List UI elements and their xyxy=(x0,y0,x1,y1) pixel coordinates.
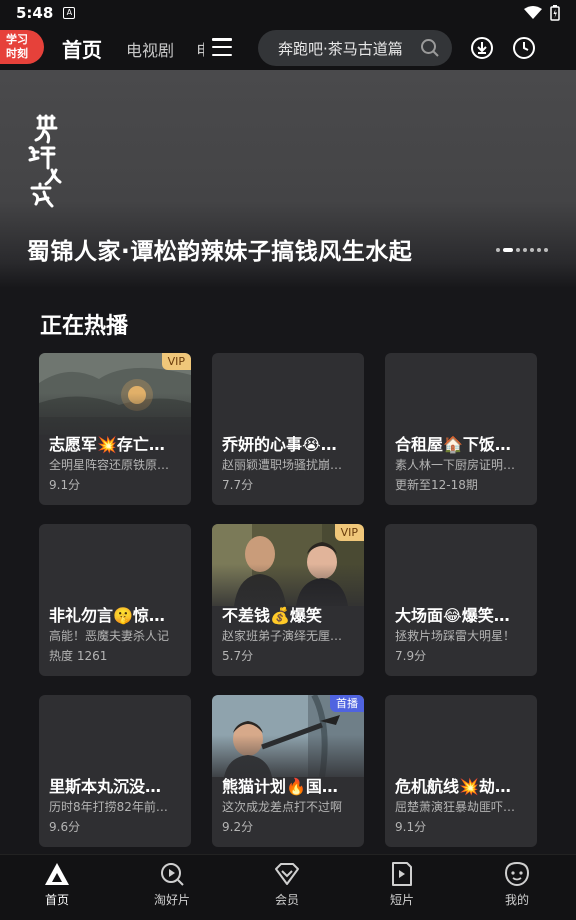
card-score: 9.2分 xyxy=(222,820,254,834)
card-subtitle: 这次成龙差点打不过啊 xyxy=(222,800,343,814)
card-subtitle: 全明星阵容还原铁原… xyxy=(49,458,170,472)
card-score: 热度 1261 xyxy=(49,649,108,663)
card-title: 志愿军💥存亡… xyxy=(49,435,165,454)
battery-icon xyxy=(550,5,560,21)
bottom-tab-label: 会员 xyxy=(274,893,299,907)
show-card[interactable]: 首播熊猫计划🔥国… 这次成龙差点打不过啊 9.2分 xyxy=(212,695,364,847)
notification-icon: A xyxy=(63,7,76,19)
show-logo-calligraphy xyxy=(28,114,62,208)
card-score: 7.7分 xyxy=(222,478,254,492)
discover-icon xyxy=(161,863,184,886)
show-card[interactable]: 里斯本丸沉没… 历时8年打捞82年前… 9.6分 xyxy=(39,695,191,847)
tab-partial[interactable]: 电 xyxy=(196,37,204,61)
status-icons xyxy=(524,5,560,21)
carousel-dot xyxy=(503,248,513,252)
carousel-indicator xyxy=(496,248,548,252)
card-title: 乔妍的心事😭… xyxy=(222,435,337,454)
bottom-tab-vip[interactable]: 会员 xyxy=(247,861,327,908)
bottom-tab-label: 淘好片 xyxy=(153,893,190,907)
card-title: 危机航线💥劫… xyxy=(395,777,511,796)
download-icon[interactable] xyxy=(470,36,494,60)
show-card[interactable]: 合租屋🏠下饭… 素人林一下厨房证明… 更新至12-18期 xyxy=(385,353,537,505)
card-score: 9.1分 xyxy=(49,478,81,492)
search-suggestion: 奔跑吧·茶马古道篇 xyxy=(278,39,403,58)
card-subtitle: 赵丽颖遭职场骚扰崩… xyxy=(222,458,343,472)
bottom-tab-label: 短片 xyxy=(389,893,414,907)
card-title: 不差钱💰爆笑 xyxy=(222,606,322,625)
card-subtitle: 屈楚萧演狂暴劫匪吓… xyxy=(395,800,516,814)
menu-bar xyxy=(212,53,232,56)
card-score: 更新至12-18期 xyxy=(395,478,478,492)
badge-line-2: 时刻 xyxy=(6,47,28,60)
banner-title: 蜀锦人家·谭松韵辣妹子搞钱风生水起 xyxy=(27,239,413,265)
bottom-tab-home[interactable]: 首页 xyxy=(17,861,97,908)
vip-badge: VIP xyxy=(161,353,191,370)
short-video-icon xyxy=(392,862,412,886)
badge-line-1: 学习 xyxy=(6,33,28,46)
search-icon xyxy=(421,39,439,57)
bottom-nav: 首页 淘好片 会员 短片 我的 xyxy=(0,854,576,920)
hero-banner[interactable]: 蜀锦人家·谭松韵辣妹子搞钱风生水起 xyxy=(0,70,576,288)
wifi-icon xyxy=(524,6,542,19)
card-title: 里斯本丸沉没… xyxy=(49,777,162,796)
show-card[interactable]: 大场面😂爆笑… 拯救片场踩雷大明星！ 7.9分 xyxy=(385,524,537,676)
card-title: 熊猫计划🔥国… xyxy=(222,777,338,796)
carousel-dot xyxy=(496,248,500,252)
card-score: 5.7分 xyxy=(222,649,254,663)
card-subtitle: 赵家班弟子演绎无厘… xyxy=(222,629,343,643)
history-icon[interactable] xyxy=(512,36,536,60)
bottom-tab-label: 我的 xyxy=(504,893,529,907)
card-title: 合租屋🏠下饭… xyxy=(395,435,511,454)
carousel-dot xyxy=(516,248,520,252)
carousel-dot xyxy=(537,248,541,252)
carousel-dot xyxy=(530,248,534,252)
card-subtitle: 高能！恶魔夫妻杀人记 xyxy=(49,629,170,643)
card-score: 7.9分 xyxy=(395,649,427,663)
show-card[interactable]: 危机航线💥劫… 屈楚萧演狂暴劫匪吓… 9.1分 xyxy=(385,695,537,847)
bottom-tab-discover[interactable]: 淘好片 xyxy=(132,861,212,908)
card-title: 大场面😂爆笑… xyxy=(395,606,510,625)
premiere-badge: 首播 xyxy=(330,695,364,712)
study-time-badge[interactable]: 学习 时刻 xyxy=(0,30,44,64)
status-bar: 5:48 A xyxy=(0,0,576,26)
tab-home[interactable]: 首页 xyxy=(62,34,102,63)
tab-tv-series[interactable]: 电视剧 xyxy=(126,37,174,61)
show-card[interactable]: VIP 志愿军💥存亡… 全明星阵容还原铁原… 9.1分 xyxy=(39,353,191,505)
bottom-tab-profile[interactable]: 我的 xyxy=(477,861,557,908)
show-card[interactable]: 非礼勿言🤫惊… 高能！恶魔夫妻杀人记 热度 1261 xyxy=(39,524,191,676)
channel-menu-button[interactable] xyxy=(212,38,232,56)
carousel-dot xyxy=(544,248,548,252)
vip-badge: VIP xyxy=(334,524,364,541)
status-time: 5:48 xyxy=(16,4,54,22)
section-title: 正在热播 xyxy=(40,314,129,339)
home-icon xyxy=(45,863,69,885)
menu-bar xyxy=(212,38,232,41)
card-score: 9.1分 xyxy=(395,820,427,834)
bottom-tab-shorts[interactable]: 短片 xyxy=(362,861,442,908)
search-bar[interactable]: 奔跑吧·茶马古道篇 xyxy=(258,30,452,66)
top-nav: 学习 时刻 首页 电视剧 电 奔跑吧·茶马古道篇 xyxy=(0,26,576,70)
card-subtitle: 历时8年打捞82年前… xyxy=(49,800,168,814)
vip-diamond-icon xyxy=(275,863,299,885)
profile-icon xyxy=(504,861,530,887)
show-card[interactable]: 乔妍的心事😭… 赵丽颖遭职场骚扰崩… 7.7分 xyxy=(212,353,364,505)
card-score: 9.6分 xyxy=(49,820,81,834)
menu-bar xyxy=(212,45,232,49)
carousel-dot xyxy=(523,248,527,252)
card-subtitle: 素人林一下厨房证明… xyxy=(395,458,516,472)
bottom-tab-label: 首页 xyxy=(44,893,69,907)
card-title: 非礼勿言🤫惊… xyxy=(49,606,165,625)
show-card[interactable]: VIP 不差钱💰爆笑赵家班弟子演绎无厘… 5.7分 xyxy=(212,524,364,676)
card-subtitle: 拯救片场踩雷大明星！ xyxy=(395,629,516,643)
